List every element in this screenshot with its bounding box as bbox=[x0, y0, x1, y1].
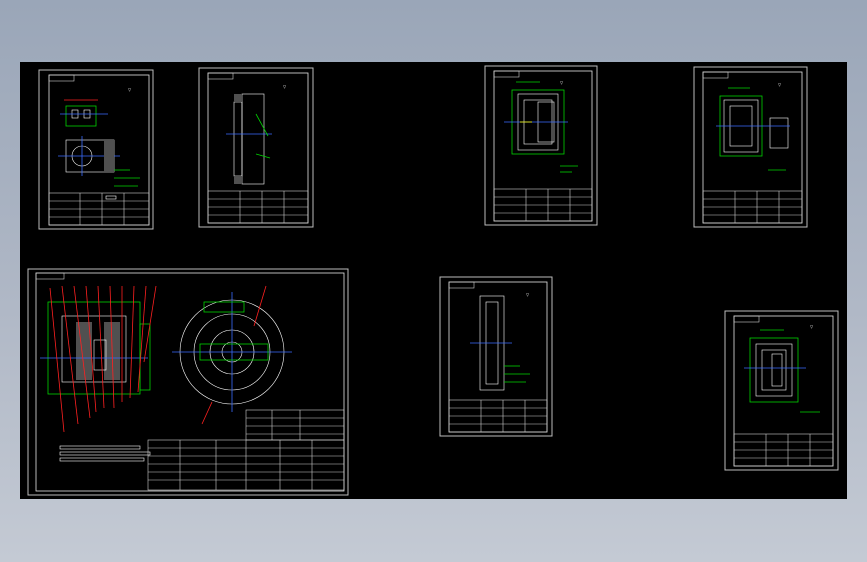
sheet-6[interactable]: ▽ bbox=[439, 276, 553, 437]
svg-text:▽: ▽ bbox=[526, 292, 530, 297]
sheet-4[interactable]: ▽ bbox=[693, 66, 808, 228]
sheet-assembly[interactable] bbox=[27, 268, 349, 496]
svg-text:▽: ▽ bbox=[778, 82, 782, 87]
sheet-3[interactable]: ▽ bbox=[484, 65, 598, 226]
svg-text:▽: ▽ bbox=[283, 84, 287, 89]
svg-text:▽: ▽ bbox=[560, 80, 564, 85]
sheet-7[interactable]: ▽ bbox=[724, 310, 839, 471]
svg-text:▽: ▽ bbox=[810, 324, 814, 329]
sheet-1[interactable]: ▽ bbox=[38, 69, 154, 230]
sheet-2[interactable]: ▽ bbox=[198, 67, 314, 228]
cad-drawing: ▽ ▽ ▽ ▽ ▽ ▽ bbox=[27, 65, 839, 496]
svg-text:▽: ▽ bbox=[128, 87, 132, 92]
cad-model-space[interactable]: ▽ ▽ ▽ ▽ ▽ ▽ bbox=[20, 62, 847, 499]
